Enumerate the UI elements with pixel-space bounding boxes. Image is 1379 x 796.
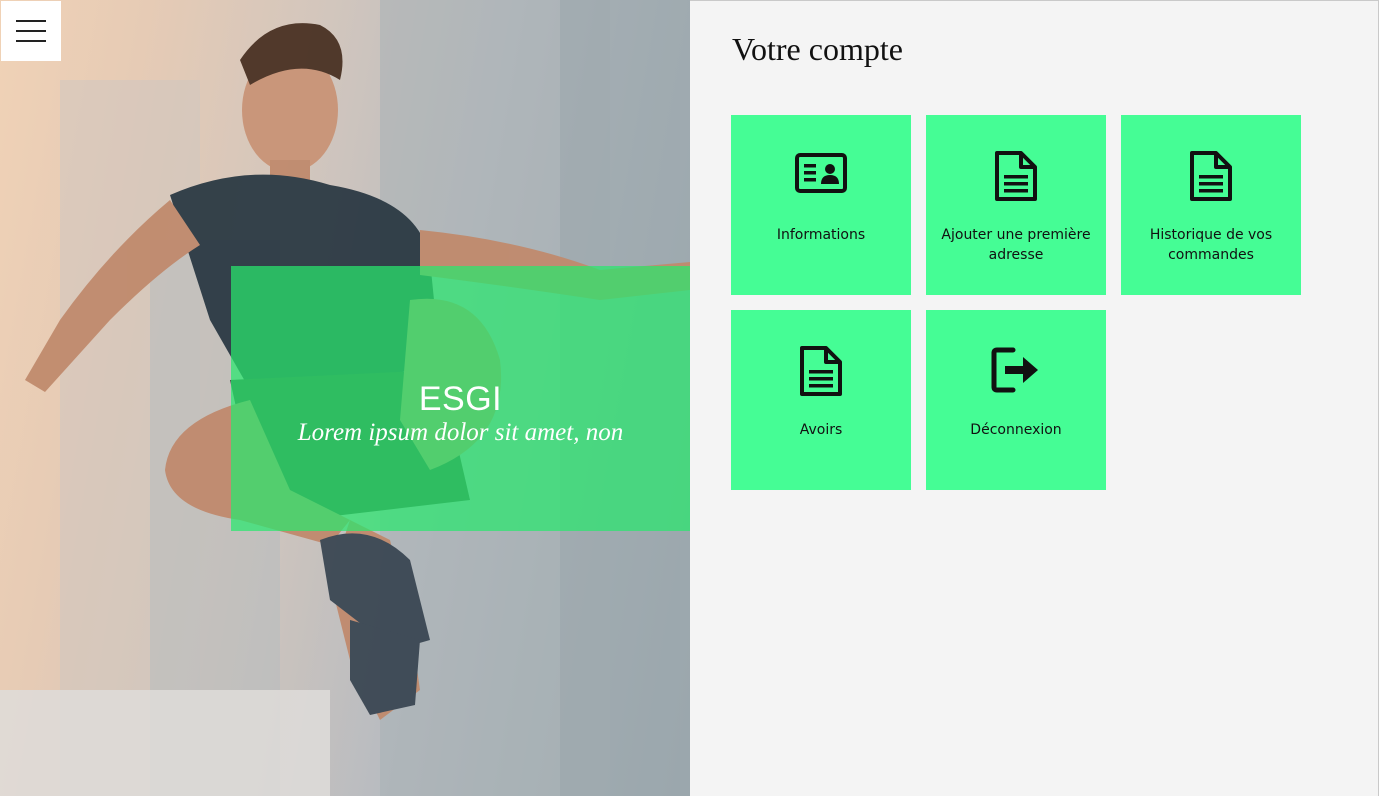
document-icon: [731, 346, 911, 396]
tile-label: Avoirs: [799, 422, 843, 438]
page-title: Votre compte: [732, 31, 903, 67]
hero-title: ESGI: [418, 379, 503, 418]
id-card-icon: [731, 151, 911, 201]
tile-order-history[interactable]: Historique de vos commandes: [1121, 115, 1301, 295]
sign-out-icon: [926, 346, 1106, 396]
tile-label: Déconnexion: [970, 422, 1062, 438]
tile-label: Informations: [776, 227, 866, 243]
document-icon: [1121, 151, 1301, 201]
hamburger-icon-bar: [16, 40, 46, 42]
hero-overlay: ESGI Lorem ipsum dolor sit amet, non: [231, 266, 690, 531]
account-panel: Votre compte Informations Ajouter une pr…: [690, 0, 1379, 796]
document-icon: [926, 151, 1106, 201]
hero-panel: ESGI Lorem ipsum dolor sit amet, non: [0, 0, 690, 796]
menu-button[interactable]: [1, 1, 61, 61]
tile-add-address[interactable]: Ajouter une première adresse: [926, 115, 1106, 295]
tile-label: Ajouter une première adresse: [941, 227, 1091, 263]
tile-logout[interactable]: Déconnexion: [926, 310, 1106, 490]
building-shape: [0, 690, 330, 796]
tile-label: Historique de vos commandes: [1149, 227, 1273, 263]
hero-subtitle: Lorem ipsum dolor sit amet, non: [297, 418, 624, 446]
tile-credits[interactable]: Avoirs: [731, 310, 911, 490]
hamburger-icon-bar: [16, 30, 46, 32]
tile-informations[interactable]: Informations: [731, 115, 911, 295]
hamburger-icon: [16, 20, 46, 22]
page: ESGI Lorem ipsum dolor sit amet, non Vot…: [0, 0, 1379, 796]
